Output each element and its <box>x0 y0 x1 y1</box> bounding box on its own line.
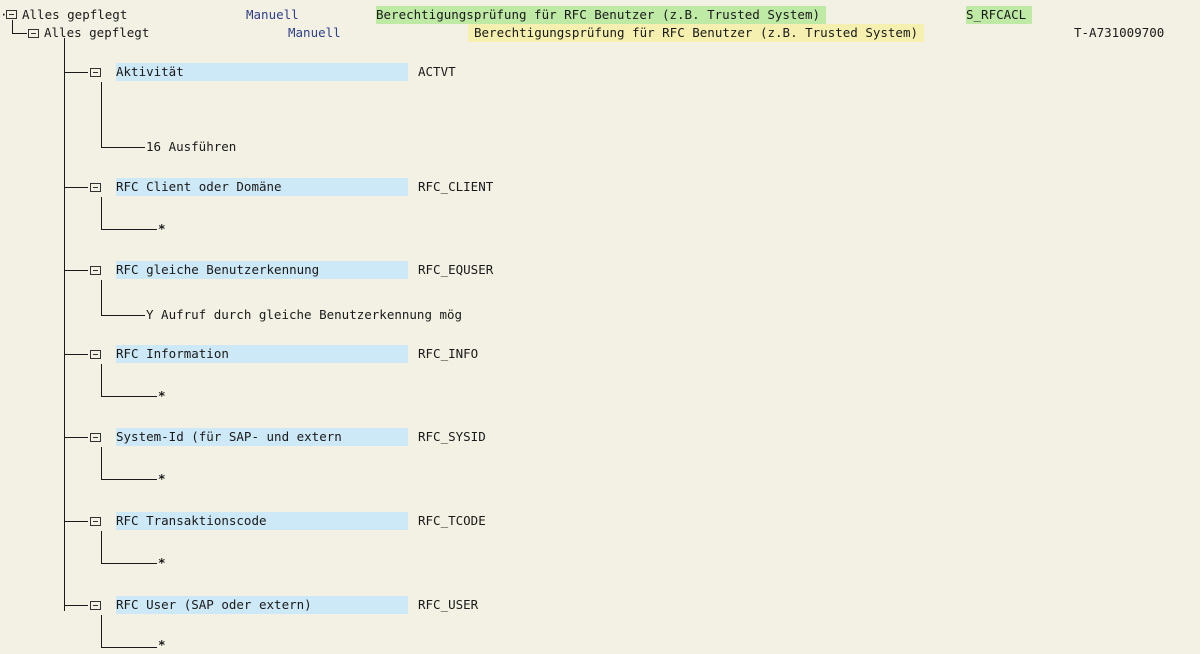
folder-icon[interactable] <box>90 68 101 77</box>
root-status: Alles gepflegt <box>22 7 128 22</box>
field-label: RFC Client oder Domäne <box>116 178 408 196</box>
tree-connector <box>101 82 102 147</box>
field-label: Aktivität <box>116 63 408 81</box>
folder-icon[interactable] <box>90 433 101 442</box>
field-label: RFC Information <box>116 345 408 363</box>
field-node-rfc-info[interactable]: RFC Information RFC_INFO <box>0 345 1200 363</box>
tree-connector <box>101 479 157 480</box>
root-object: S_RFCACL <box>966 6 1033 24</box>
root-mode: Manuell <box>246 7 299 22</box>
folder-icon[interactable] <box>28 29 39 38</box>
field-name: RFC_USER <box>418 597 479 612</box>
tree-connector <box>101 229 157 230</box>
field-node-rfc-tcode[interactable]: RFC Transaktionscode RFC_TCODE <box>0 512 1200 530</box>
tree-connector <box>101 447 102 479</box>
field-node-rfc-client[interactable]: RFC Client oder Domäne RFC_CLIENT <box>0 178 1200 196</box>
root-node[interactable]: · Alles gepflegt Manuell Berechtigungspr… <box>0 6 1200 24</box>
field-label: RFC gleiche Benutzerkennung <box>116 261 408 279</box>
field-value: * <box>158 221 166 236</box>
profile-description: Berechtigungsprüfung für RFC Benutzer (z… <box>468 24 925 42</box>
folder-icon[interactable] <box>90 517 101 526</box>
field-value: 16 Ausführen <box>146 139 237 154</box>
field-value: Y Aufruf durch gleiche Benutzerkennung m… <box>146 307 463 322</box>
field-name: RFC_CLIENT <box>418 179 494 194</box>
field-name: ACTVT <box>418 64 456 79</box>
field-label: RFC Transaktionscode <box>116 512 408 530</box>
tree-connector <box>101 315 145 316</box>
profile-node[interactable]: Alles gepflegt Manuell Berechtigungsprüf… <box>0 24 1200 42</box>
folder-icon[interactable] <box>6 10 17 19</box>
tree-connector <box>101 364 102 396</box>
profile-status: Alles gepflegt <box>44 25 150 40</box>
field-name: RFC_INFO <box>418 346 479 361</box>
folder-icon[interactable] <box>90 350 101 359</box>
field-value: * <box>158 471 166 486</box>
folder-icon[interactable] <box>90 601 101 610</box>
root-description: Berechtigungsprüfung für RFC Benutzer (z… <box>376 6 827 24</box>
tree-connector <box>101 280 102 315</box>
tree-connector <box>101 147 145 148</box>
field-value: * <box>158 555 166 570</box>
folder-icon[interactable] <box>90 266 101 275</box>
field-name: RFC_EQUSER <box>418 262 494 277</box>
field-node-rfc-sysid[interactable]: System-Id (für SAP- und extern RFC_SYSID <box>0 428 1200 446</box>
tree-connector <box>101 647 157 648</box>
field-node-actvt[interactable]: Aktivität ACTVT <box>0 63 1200 81</box>
tree-connector <box>101 615 102 647</box>
field-label: System-Id (für SAP- und extern <box>116 428 408 446</box>
folder-icon[interactable] <box>90 183 101 192</box>
field-value: * <box>158 388 166 403</box>
field-label: RFC User (SAP oder extern) <box>116 596 408 614</box>
authorization-tree: · Alles gepflegt Manuell Berechtigungspr… <box>0 0 1200 652</box>
field-node-rfc-equser[interactable]: RFC gleiche Benutzerkennung RFC_EQUSER <box>0 261 1200 279</box>
tree-connector <box>101 563 157 564</box>
field-name: RFC_SYSID <box>418 429 486 444</box>
field-node-rfc-user[interactable]: RFC User (SAP oder extern) RFC_USER <box>0 596 1200 614</box>
field-name: RFC_TCODE <box>418 513 486 528</box>
profile-mode: Manuell <box>288 25 341 40</box>
tree-connector <box>101 531 102 563</box>
field-value: * <box>158 637 166 652</box>
tree-connector <box>101 197 102 229</box>
tree-connector <box>101 396 157 397</box>
profile-object: T-A731009700 <box>1074 25 1165 40</box>
